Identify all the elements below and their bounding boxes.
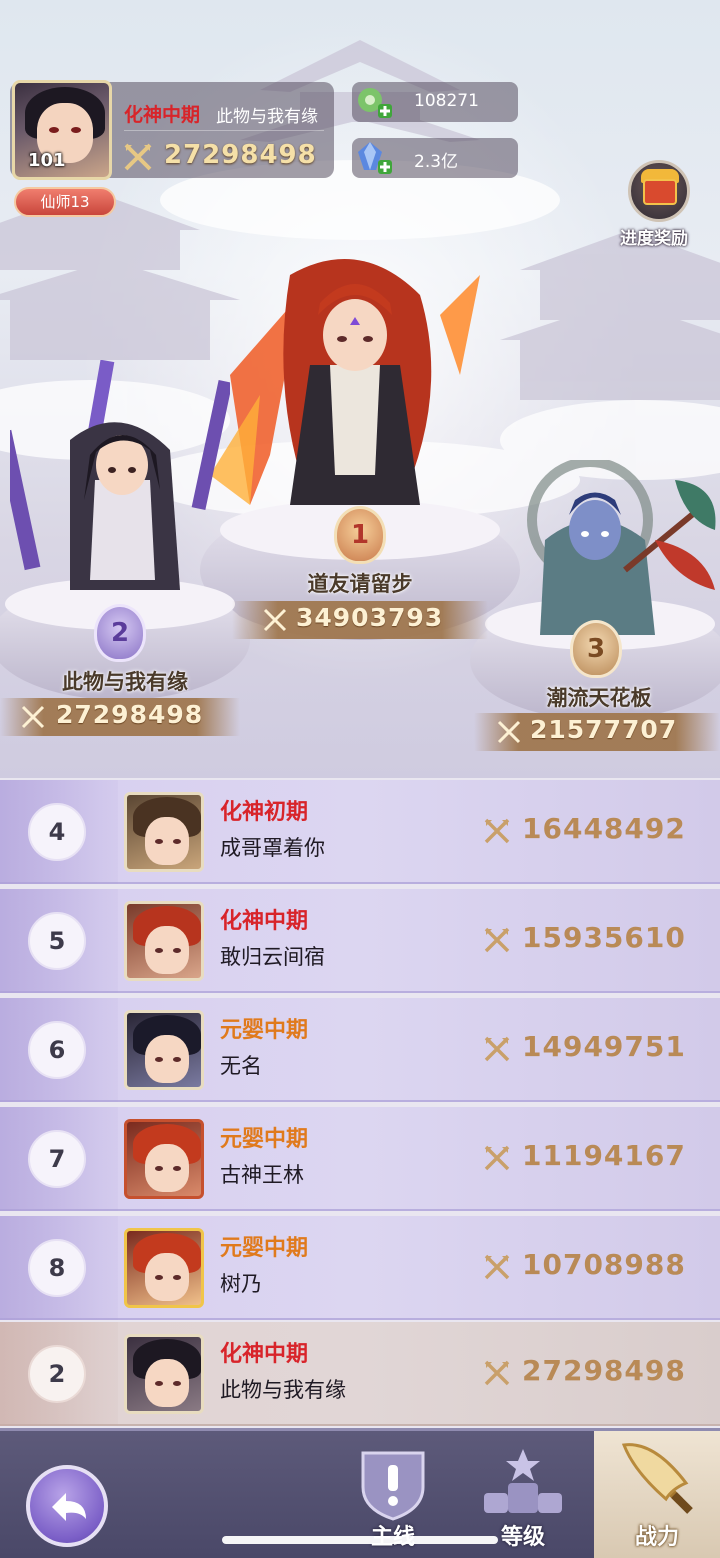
crystal-plus-icon[interactable] <box>354 138 394 178</box>
rank-2-medal: 2 <box>94 604 146 662</box>
progress-reward-label[interactable]: 进度奖励 <box>620 224 688 249</box>
champion-character-3[interactable] <box>505 460 720 640</box>
crossed-swords-icon <box>263 608 287 632</box>
ranking-row[interactable]: 8 元婴中期树乃 10708988 <box>0 1216 720 1320</box>
player-name: 此物与我有缘 <box>216 107 318 127</box>
player-avatar[interactable] <box>124 901 204 981</box>
player-realm: 化神中期 <box>220 909 309 934</box>
player-realm: 化神初期 <box>220 800 309 825</box>
player-avatar[interactable] <box>124 1228 204 1308</box>
player-avatar[interactable] <box>124 792 204 872</box>
player-name: 成哥罩着你 <box>220 836 325 860</box>
podium-stars-icon <box>484 1449 562 1513</box>
resource-jade[interactable]: 108271 <box>352 82 518 122</box>
rank-2-medal-number: 2 <box>110 618 130 648</box>
podium-1-power: 34903793 <box>296 603 444 632</box>
crossed-swords-icon <box>484 818 510 844</box>
rank-number: 6 <box>28 1021 86 1079</box>
resource-jade-value: 108271 <box>414 91 479 111</box>
self-rank-number: 2 <box>28 1345 86 1403</box>
crossed-swords-icon <box>21 705 45 729</box>
player-title-badge[interactable]: 仙师13 <box>14 187 116 217</box>
podium-1-name: 道友请留步 <box>307 572 413 596</box>
champion-character-1[interactable] <box>190 255 510 525</box>
rank-number: 5 <box>28 912 86 970</box>
resource-crystal[interactable]: 2.3亿 <box>352 138 518 178</box>
progress-reward-button[interactable] <box>628 160 690 222</box>
sword-icon <box>621 1443 693 1514</box>
player-realm: 元婴中期 <box>220 1018 309 1043</box>
player-name: 无名 <box>220 1054 262 1078</box>
back-button[interactable] <box>26 1465 108 1547</box>
rank-number: 4 <box>28 803 86 861</box>
crossed-swords-icon <box>497 720 521 744</box>
resource-crystal-value: 2.3亿 <box>414 152 459 172</box>
player-name: 古神王林 <box>220 1163 304 1187</box>
player-power: 16448492 <box>522 812 686 845</box>
ranking-row[interactable]: 4 化神初期成哥罩着你 16448492 <box>0 780 720 884</box>
nav-main-line-label: 主线 <box>330 1519 456 1551</box>
player-power: 15935610 <box>522 921 686 954</box>
self-ranking-row[interactable]: 2 化神中期 此物与我有缘 27298498 <box>0 1322 720 1426</box>
self-avatar[interactable] <box>124 1334 204 1414</box>
shield-exclamation-icon <box>361 1451 425 1521</box>
player-power: 10708988 <box>522 1248 686 1281</box>
champion-character-2[interactable] <box>10 360 230 610</box>
ranking-row[interactable]: 6 元婴中期无名 14949751 <box>0 998 720 1102</box>
player-avatar[interactable] <box>124 1119 204 1199</box>
rank-1-medal: 1 <box>334 506 386 564</box>
player-power: 11194167 <box>522 1139 686 1172</box>
rank-1-medal-number: 1 <box>350 520 370 550</box>
crossed-swords-icon <box>484 1360 510 1386</box>
player-name: 敢归云间宿 <box>220 945 325 969</box>
podium-2-name: 此物与我有缘 <box>62 670 188 694</box>
self-name: 此物与我有缘 <box>220 1378 346 1402</box>
player-divider <box>124 130 324 131</box>
crossed-swords-icon <box>484 1145 510 1171</box>
player-power: 14949751 <box>522 1030 686 1063</box>
nav-level-label: 等级 <box>500 1525 545 1550</box>
podium-2-power: 27298498 <box>56 700 204 729</box>
player-realm: 化神中期 <box>124 104 201 126</box>
player-realm: 元婴中期 <box>220 1236 309 1261</box>
ranking-row[interactable]: 7 元婴中期古神王林 11194167 <box>0 1107 720 1211</box>
crossed-swords-icon <box>124 143 152 171</box>
crossed-swords-icon <box>484 1036 510 1062</box>
rank-number: 7 <box>28 1130 86 1188</box>
crossed-swords-icon <box>484 927 510 953</box>
home-indicator[interactable] <box>222 1536 498 1544</box>
self-power: 27298498 <box>522 1354 686 1387</box>
player-power: 27298498 <box>164 140 317 170</box>
rank-number: 8 <box>28 1239 86 1297</box>
crossed-swords-icon <box>484 1254 510 1280</box>
podium-3-power: 21577707 <box>530 715 678 744</box>
player-realm: 元婴中期 <box>220 1127 309 1152</box>
ranking-scene: 1 2 3 道友请留步 34903793 此物与我有缘 27298498 潮流天… <box>0 0 720 778</box>
jade-plus-icon[interactable] <box>354 82 394 122</box>
nav-power-label: 战力 <box>634 1525 679 1550</box>
player-level: 101 <box>28 150 66 171</box>
player-name: 树乃 <box>220 1272 262 1296</box>
nav-power[interactable]: 战力 <box>594 1431 720 1558</box>
rank-3-medal-number: 3 <box>586 634 606 664</box>
back-arrow-icon <box>52 1493 86 1521</box>
player-avatar[interactable] <box>124 1010 204 1090</box>
podium-3-name: 潮流天花板 <box>546 686 652 710</box>
rank-3-medal: 3 <box>570 620 622 678</box>
self-realm: 化神中期 <box>220 1342 309 1367</box>
ranking-row[interactable]: 5 化神中期敢归云间宿 15935610 <box>0 889 720 993</box>
